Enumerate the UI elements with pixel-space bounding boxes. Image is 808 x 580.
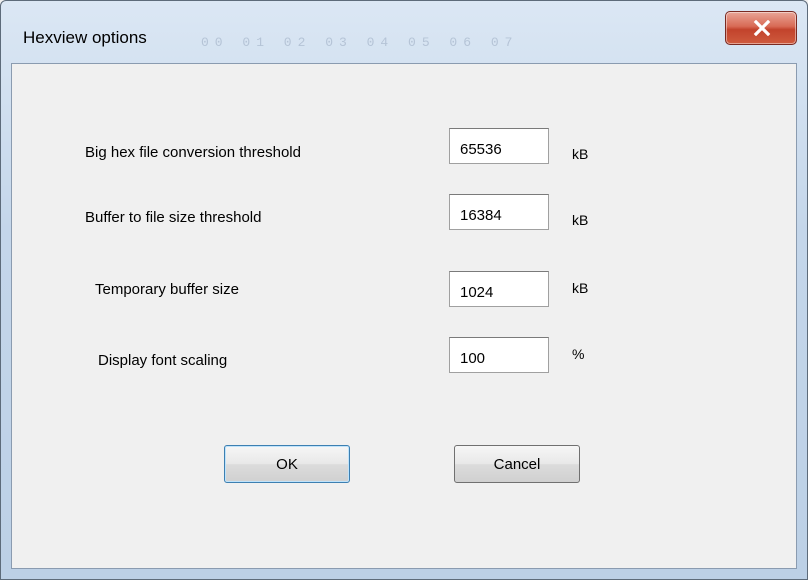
dialog-client-area: Big hex file conversion threshold kB Buf… (11, 63, 797, 569)
ok-button[interactable]: OK (224, 445, 350, 483)
dialog-window: Hexview options 00 01 02 03 04 05 06 07 … (0, 0, 808, 580)
cancel-button[interactable]: Cancel (454, 445, 580, 483)
unit-big-hex-threshold: kB (572, 146, 589, 162)
close-button[interactable] (725, 11, 797, 45)
display-font-scaling-input[interactable] (449, 337, 549, 373)
title-bar[interactable]: Hexview options 00 01 02 03 04 05 06 07 (1, 1, 807, 63)
label-temporary-buffer-size: Temporary buffer size (95, 281, 239, 298)
unit-buffer-file-threshold: kB (572, 212, 589, 228)
window-title: Hexview options (23, 28, 147, 47)
label-big-hex-threshold: Big hex file conversion threshold (85, 144, 301, 161)
background-ghost-text: 00 01 02 03 04 05 06 07 (201, 35, 519, 50)
buffer-file-threshold-input[interactable] (449, 194, 549, 230)
unit-display-font-scaling: % (572, 346, 585, 362)
label-buffer-file-threshold: Buffer to file size threshold (85, 209, 262, 226)
label-display-font-scaling: Display font scaling (98, 352, 228, 369)
close-icon (753, 20, 771, 36)
temporary-buffer-size-input[interactable] (449, 271, 549, 307)
big-hex-threshold-input[interactable] (449, 128, 549, 164)
unit-temporary-buffer-size: kB (572, 280, 589, 296)
